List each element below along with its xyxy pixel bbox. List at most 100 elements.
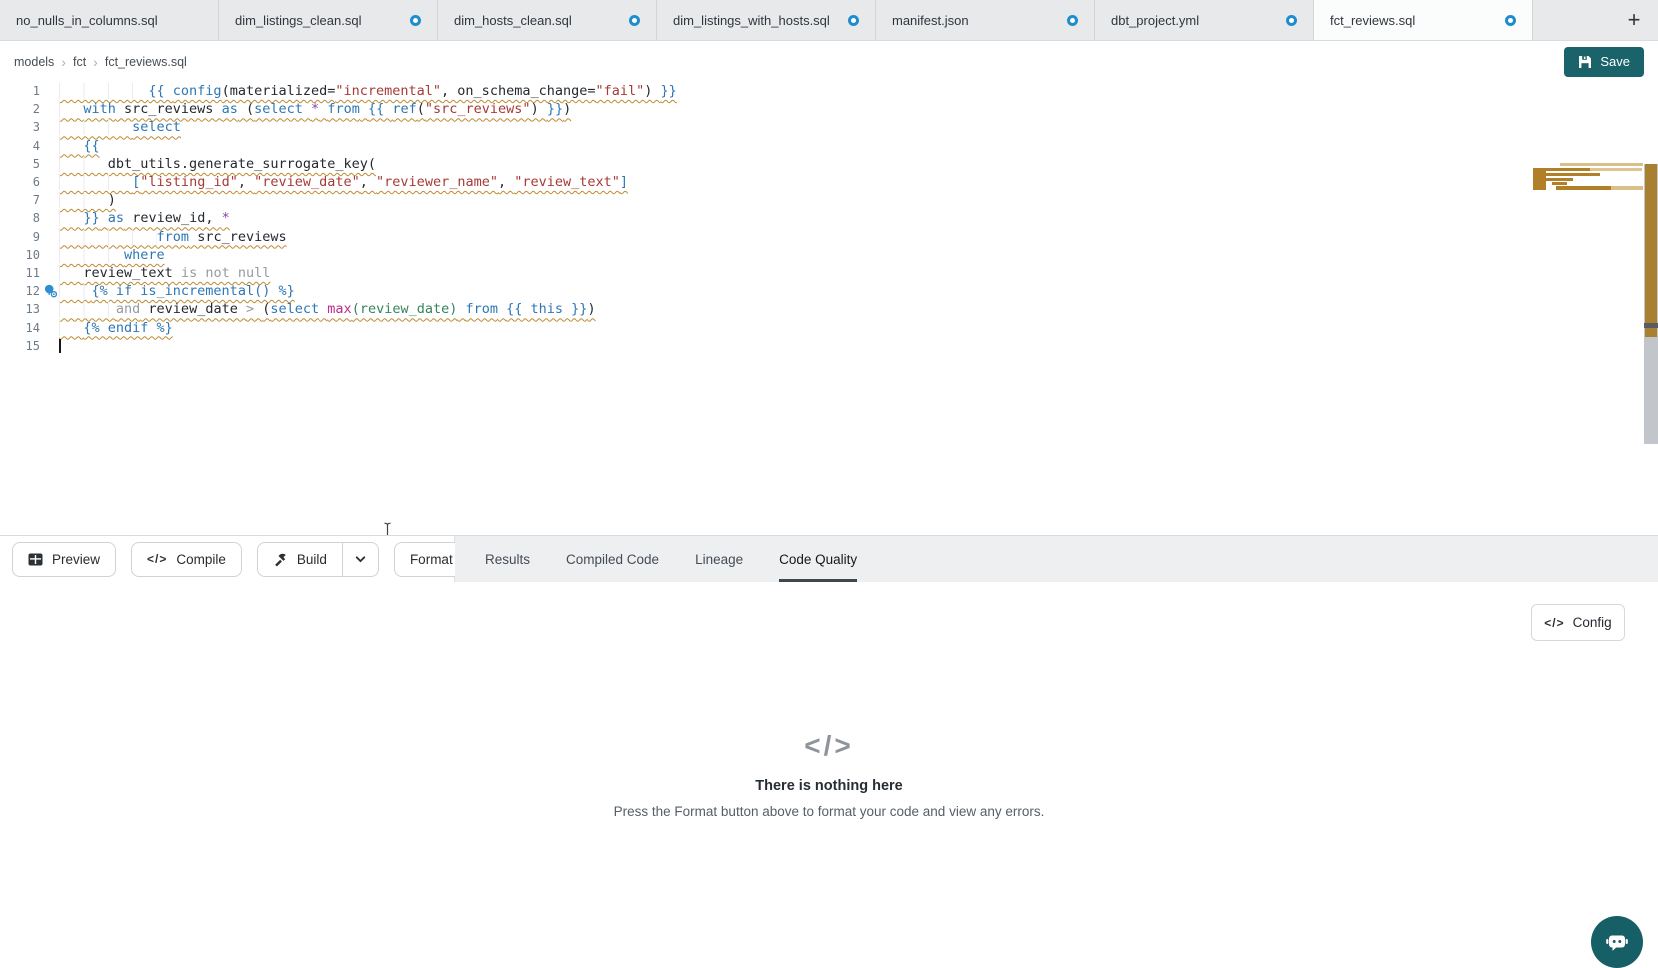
indent-guides (59, 156, 108, 172)
code-text: select (59, 119, 181, 135)
code-line[interactable]: 15 (0, 337, 1658, 355)
quick-fix-icon[interactable] (44, 284, 58, 298)
code-token: }} (83, 210, 99, 226)
breadcrumb: models›fct›fct_reviews.sql (14, 54, 187, 70)
panel-tabs: Results Compiled Code Lineage Code Quality (485, 536, 857, 582)
code-text: with src_reviews as (select * from {{ re… (59, 101, 571, 117)
panel-tab-results[interactable]: Results (485, 536, 530, 582)
code-text: {{ (59, 138, 100, 154)
unsaved-indicator-dot (1286, 15, 1297, 26)
indent-guides (59, 192, 108, 208)
breadcrumb-bar: models›fct›fct_reviews.sql Save (0, 41, 1658, 82)
code-token: from (466, 301, 499, 317)
breadcrumb-item-fct-reviews-sql[interactable]: fct_reviews.sql (105, 55, 187, 69)
code-line[interactable]: 12 {% if is_incremental() %} (0, 282, 1658, 300)
code-line[interactable]: 10 where (0, 246, 1658, 264)
panel-tab-code-quality[interactable]: Code Quality (779, 536, 857, 582)
editor-scrollbar-track[interactable] (1644, 164, 1658, 444)
code-text: where (59, 247, 165, 263)
build-button-label: Build (297, 552, 327, 567)
preview-button[interactable]: Preview (12, 542, 116, 577)
code-line[interactable]: 14 {% endif %} (0, 318, 1658, 336)
code-editor[interactable]: 1 {{ config(materialized="incremental", … (0, 82, 1658, 535)
panel-tab-lineage[interactable]: Lineage (695, 536, 743, 582)
indent-guides (59, 301, 116, 317)
file-tab-manifest-json[interactable]: manifest.json (876, 0, 1095, 40)
chevron-right-icon: › (93, 54, 98, 70)
unsaved-indicator-dot (1067, 15, 1078, 26)
line-number: 10 (0, 248, 40, 262)
file-tab-dim-listings-with-hosts-sql[interactable]: dim_listings_with_hosts.sql (657, 0, 876, 40)
line-number: 6 (0, 175, 40, 189)
empty-state: </> There is nothing here Press the Form… (0, 730, 1658, 819)
minimap-line (1552, 182, 1567, 185)
empty-state-title: There is nothing here (0, 778, 1658, 794)
code-text: dbt_utils.generate_surrogate_key( (59, 156, 376, 172)
code-line[interactable]: 3 select (0, 118, 1658, 136)
file-tab-fct-reviews-sql[interactable]: fct_reviews.sql (1314, 0, 1533, 40)
breadcrumb-item-fct[interactable]: fct (73, 55, 86, 69)
code-line[interactable]: 8 }} as review_id, * (0, 209, 1658, 227)
new-tab-button[interactable]: + (1610, 0, 1658, 40)
action-buttons-group: Preview </> Compile Build Format (0, 536, 455, 582)
dbt-ide-window: { "file_tabs": { "add_label": "+", "item… (0, 0, 1658, 955)
code-line[interactable]: 4 {{ (0, 137, 1658, 155)
code-text: {{ config(materialized="incremental", on… (59, 83, 677, 99)
code-line[interactable]: 7 ) (0, 191, 1658, 209)
line-number: 8 (0, 211, 40, 225)
code-token: "src_reviews" (425, 101, 531, 117)
file-tab-bar: no_nulls_in_columns.sqldim_listings_clea… (0, 0, 1658, 41)
line-number: 7 (0, 193, 40, 207)
code-line[interactable]: 6 ["listing_id", "review_date", "reviewe… (0, 173, 1658, 191)
text-cursor (59, 339, 61, 353)
editor-scrollbar-thumb[interactable] (1645, 164, 1657, 337)
indent-guides (59, 210, 83, 226)
line-number: 1 (0, 84, 40, 98)
file-tab-no-nulls-in-columns-sql[interactable]: no_nulls_in_columns.sql (0, 0, 219, 40)
code-line[interactable]: 5 dbt_utils.generate_surrogate_key( (0, 155, 1658, 173)
code-text: and review_date > (select max(review_dat… (59, 301, 596, 317)
file-tab-label: dbt_project.yml (1111, 13, 1199, 28)
code-token: "incremental" (335, 83, 441, 99)
breadcrumb-item-models[interactable]: models (14, 55, 54, 69)
code-text: {% if is_incremental() %} (59, 283, 295, 299)
file-tab-dim-listings-clean-sql[interactable]: dim_listings_clean.sql (219, 0, 438, 40)
config-button[interactable]: </> Config (1531, 604, 1625, 641)
compile-button[interactable]: </> Compile (131, 542, 242, 577)
chevron-down-icon (354, 553, 367, 566)
code-lines: 1 {{ config(materialized="incremental", … (0, 82, 1658, 355)
code-line[interactable]: 2 with src_reviews as (select * from {{ … (0, 100, 1658, 118)
code-token: review_id, (124, 210, 222, 226)
table-grid-icon (28, 553, 43, 566)
code-token (360, 101, 368, 117)
file-tab-dim-hosts-clean-sql[interactable]: dim_hosts_clean.sql (438, 0, 657, 40)
format-button-label: Format (410, 552, 453, 567)
line-number: 13 (0, 302, 40, 316)
build-button[interactable]: Build (257, 542, 343, 577)
code-token: review_date (140, 301, 246, 317)
bottom-toolbar: Preview </> Compile Build Format Results… (0, 535, 1658, 582)
code-token: ) (108, 192, 116, 208)
code-token: review_text (83, 265, 181, 281)
code-line[interactable]: 13 and review_date > (select max(review_… (0, 300, 1658, 318)
code-line[interactable]: 9 from src_reviews (0, 228, 1658, 246)
code-token: (review_date) (352, 301, 458, 317)
code-quality-panel: </> There is nothing here Press the Form… (0, 582, 1658, 955)
code-text: ["listing_id", "review_date", "reviewer_… (59, 174, 628, 190)
code-text (59, 337, 61, 355)
code-token: "review_date" (254, 174, 360, 190)
code-line[interactable]: 11 review_text is not null (0, 264, 1658, 282)
code-token (457, 301, 465, 317)
code-text: }} as review_id, * (59, 210, 230, 226)
panel-tab-compiled-code[interactable]: Compiled Code (566, 536, 659, 582)
save-button[interactable]: Save (1564, 47, 1644, 77)
code-line[interactable]: 1 {{ config(materialized="incremental", … (0, 82, 1658, 100)
chat-assistant-button[interactable] (1591, 916, 1643, 968)
build-options-dropdown[interactable] (343, 542, 379, 577)
file-tab-dbt-project-yml[interactable]: dbt_project.yml (1095, 0, 1314, 40)
file-tab-label: dim_listings_with_hosts.sql (673, 13, 830, 28)
line-number: 11 (0, 266, 40, 280)
code-token: }} (547, 101, 563, 117)
config-button-label: Config (1573, 615, 1612, 630)
code-token: > (246, 301, 262, 317)
